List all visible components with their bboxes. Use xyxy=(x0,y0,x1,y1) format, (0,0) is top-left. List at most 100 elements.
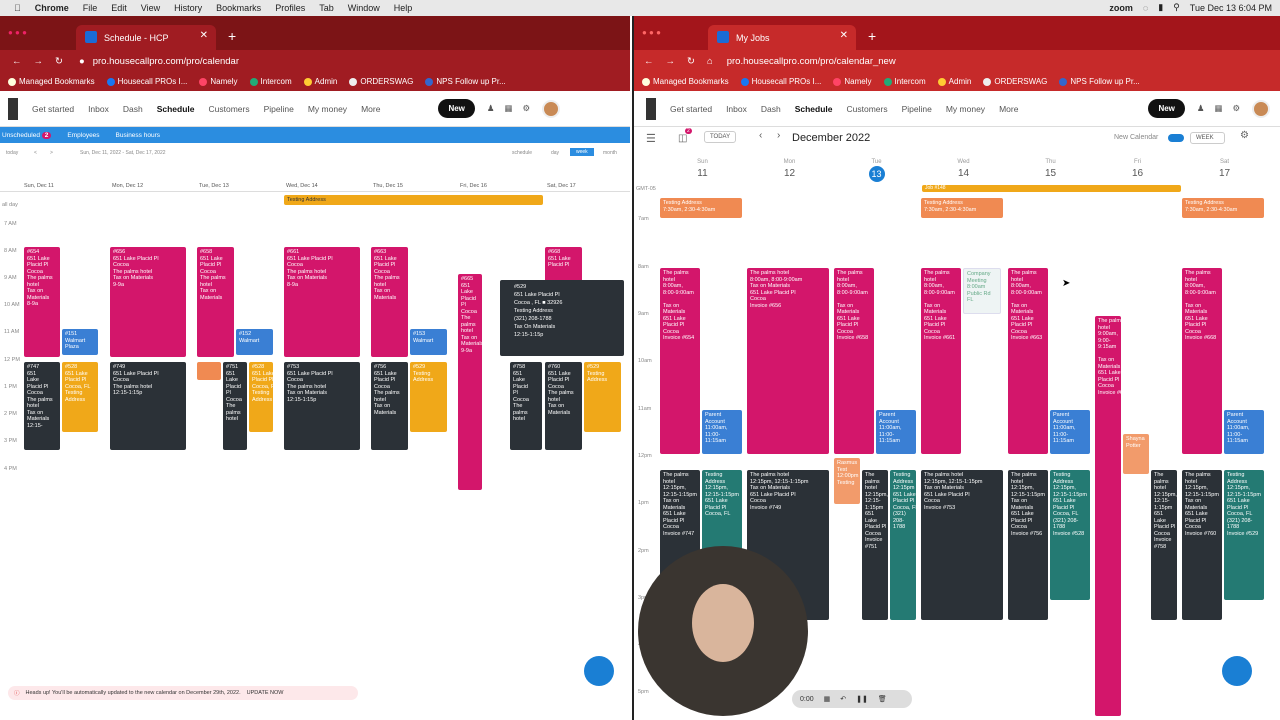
unscheduled-filter[interactable]: Unscheduled 2 xyxy=(2,131,52,139)
settings-gear-icon[interactable]: ⚙ xyxy=(523,103,531,114)
menu-edit[interactable]: Edit xyxy=(111,3,127,13)
apps-grid-icon[interactable]: ▦ xyxy=(505,103,513,114)
event-parent-account[interactable]: Parent Account 11:00am, 11:00- 11:15am xyxy=(1224,410,1264,454)
window-controls[interactable]: ● ● ● xyxy=(8,28,27,37)
back-icon[interactable]: ← xyxy=(644,56,654,67)
event-palms-hotel-663[interactable]: The palms hotel 8:00am, 8:00-9:00am Tax … xyxy=(1008,268,1048,454)
event-palms-hotel-665[interactable]: The palms hotel 9:00am, 9:00- 9:15am Tax… xyxy=(1095,316,1121,716)
new-tab-icon[interactable]: + xyxy=(228,28,236,44)
nav-dash[interactable]: Dash xyxy=(761,104,781,114)
event-palms-hotel-656[interactable]: The palms hotel 8:00am, 8:00-9:00am Tax … xyxy=(747,268,829,454)
bookmark-managed[interactable]: Managed Bookmarks xyxy=(642,77,729,86)
bookmark-intercom[interactable]: Intercom xyxy=(249,77,292,86)
hcp-logo[interactable] xyxy=(646,97,656,120)
reload-icon[interactable]: ↻ xyxy=(55,56,63,67)
next-week-button[interactable]: > xyxy=(50,150,53,156)
user-avatar[interactable] xyxy=(542,99,561,118)
event-749[interactable]: #749 651 Lake Placid Pl Cocoa The palms … xyxy=(110,362,186,450)
menu-file[interactable]: File xyxy=(83,3,98,13)
event-658[interactable]: #658 651 Lake Placid Pl Cocoa The palms … xyxy=(197,247,234,357)
nav-schedule[interactable]: Schedule xyxy=(157,104,195,114)
day-col-mon[interactable]: Mon 12 xyxy=(746,159,833,179)
nav-more[interactable]: More xyxy=(999,104,1018,114)
nav-get-started[interactable]: Get started xyxy=(32,104,74,114)
nav-dash[interactable]: Dash xyxy=(123,104,143,114)
event-palms-hotel-661[interactable]: The palms hotel 8:00am, 8:00-9:00am Tax … xyxy=(921,268,961,454)
bookmark-nps[interactable]: NPS Follow up Pr... xyxy=(425,77,506,86)
event-parent-account[interactable]: Parent Account 11:00am, 11:00- 11:15am xyxy=(876,410,916,454)
day-col-tue[interactable]: Tue 13 xyxy=(833,159,920,182)
event-testing-address-528[interactable]: Testing Address 12:15pm, 12:15-1:15pm 65… xyxy=(1050,470,1090,600)
wifi-icon[interactable]: ◌ xyxy=(1143,3,1148,13)
event-654[interactable]: #654 651 Lake Placid Pl Cocoa The palms … xyxy=(24,247,60,357)
zoom-status-icon[interactable]: zoom xyxy=(1109,3,1133,13)
tab-my-jobs[interactable]: My Jobs ✕ xyxy=(708,25,856,50)
today-button[interactable]: TODAY xyxy=(704,131,737,143)
unscheduled-inbox-icon[interactable]: ◫ xyxy=(678,133,687,144)
event-palms-hotel-760[interactable]: The palms hotel 12:15pm, 12:15-1:15pm Ta… xyxy=(1182,470,1222,620)
window-controls-right[interactable]: ● ● ● xyxy=(642,28,661,37)
grid-icon[interactable]: ▦ xyxy=(824,695,831,703)
menu-help[interactable]: Help xyxy=(394,3,413,13)
trash-icon[interactable]: 🗑 xyxy=(878,695,887,703)
event-528[interactable]: #528 651 Lake Placid Pl Cocoa, FL Testin… xyxy=(62,362,98,432)
event-751[interactable]: #751 651 Lake Placid Pl Cocoa The palms … xyxy=(223,362,247,450)
undo-icon[interactable]: ↶ xyxy=(840,695,846,703)
day-col-fri[interactable]: Fri 16 xyxy=(1094,159,1181,179)
apple-icon[interactable]:  xyxy=(14,3,21,13)
event-rasmus-test[interactable]: Rasmus Test 12:00pm Testing xyxy=(834,458,860,504)
url-field[interactable]: pro.housecallpro.com/pro/calendar xyxy=(93,56,239,67)
menu-history[interactable]: History xyxy=(174,3,202,13)
close-tab-icon[interactable]: ✕ xyxy=(840,30,848,41)
day-col-sun[interactable]: Sun 11 xyxy=(659,159,746,179)
event-758[interactable]: #758 651 Lake Placid Pl Cocoa The palms … xyxy=(510,362,542,450)
back-icon[interactable]: ← xyxy=(12,56,22,67)
bookmark-admin[interactable]: Admin xyxy=(937,77,971,86)
event-company-meeting[interactable]: Company Meeting 8:00am Public Rd FL xyxy=(963,268,1001,314)
pause-icon[interactable]: ❚❚ xyxy=(856,695,868,703)
new-calendar-toggle[interactable] xyxy=(1168,134,1184,142)
new-button[interactable]: New xyxy=(438,99,475,118)
calendar-settings-icon[interactable]: ⚙ xyxy=(1240,130,1249,141)
allday-event-testing[interactable]: Testing Address xyxy=(284,195,543,205)
nav-customers[interactable]: Customers xyxy=(209,104,250,114)
event-palms-hotel-654[interactable]: The palms hotel 8:00am, 8:00-9:00am Tax … xyxy=(660,268,700,454)
event-palms-hotel-758[interactable]: The palms hotel 12:15pm, 12:15- 1:15pm 6… xyxy=(1151,470,1177,620)
event-palms-hotel-753[interactable]: The palms hotel 12:15pm, 12:15-1:15pm Ta… xyxy=(921,470,1003,620)
bookmark-housecall[interactable]: Housecall PROs I... xyxy=(740,77,821,86)
nav-my-money[interactable]: My money xyxy=(308,104,347,114)
event-parent-account[interactable]: Parent Account 11:00am, 11:00- 11:15am xyxy=(702,410,742,454)
prev-week-button[interactable]: ‹ xyxy=(759,130,762,141)
event-529[interactable]: #529 Testing Address xyxy=(410,362,447,432)
bookmark-intercom[interactable]: Intercom xyxy=(883,77,926,86)
prev-week-button[interactable]: < xyxy=(34,150,37,156)
bookmark-managed[interactable]: Managed Bookmarks xyxy=(8,77,95,86)
event-testing-address[interactable]: Testing Address 7:30am, 2:30-4:30am xyxy=(660,198,742,218)
menu-bookmarks[interactable]: Bookmarks xyxy=(216,3,261,13)
clock-text[interactable]: Tue Dec 13 6:04 PM xyxy=(1190,3,1272,13)
job-148-bar[interactable]: Job #148 xyxy=(922,185,1181,192)
tab-schedule-hcp[interactable]: Schedule - HCP ✕ xyxy=(76,25,216,50)
day-col-wed[interactable]: Wed 14 xyxy=(920,159,1007,179)
bookmark-housecall[interactable]: Housecall PROs I... xyxy=(106,77,187,86)
bookmark-namely[interactable]: Namely xyxy=(199,77,238,86)
event-palms-hotel-658[interactable]: The palms hotel 8:00am, 8:00-9:00am Tax … xyxy=(834,268,874,454)
business-hours-toggle[interactable]: Business hours xyxy=(116,132,160,139)
apps-grid-icon[interactable]: ▦ xyxy=(1215,103,1223,114)
event-testing-address-pm[interactable]: Testing Address 12:15pm 651 Lake Placid … xyxy=(890,470,916,620)
menu-hamburger-icon[interactable]: ☰ xyxy=(646,132,656,145)
menu-tab[interactable]: Tab xyxy=(319,3,334,13)
today-button[interactable]: today xyxy=(6,150,18,156)
new-button[interactable]: New xyxy=(1148,99,1185,118)
nav-my-money[interactable]: My money xyxy=(946,104,985,114)
menu-app-name[interactable]: Chrome xyxy=(35,3,69,13)
event-walmart-153[interactable]: #153 Walmart xyxy=(410,329,447,355)
event-testing-address-529[interactable]: Testing Address 12:15pm, 12:15-1:15pm 65… xyxy=(1224,470,1264,600)
event-palms-hotel-668[interactable]: The palms hotel 8:00am, 8:00-9:00am Tax … xyxy=(1182,268,1222,454)
event-walmart-152[interactable]: #152 Walmart xyxy=(236,329,273,355)
reload-icon[interactable]: ↻ xyxy=(687,56,695,67)
view-week[interactable]: week xyxy=(570,148,594,156)
nav-pipeline[interactable]: Pipeline xyxy=(264,104,294,114)
nav-more[interactable]: More xyxy=(361,104,380,114)
event-walmart-151[interactable]: #151 Walmart Plaza xyxy=(62,329,98,355)
